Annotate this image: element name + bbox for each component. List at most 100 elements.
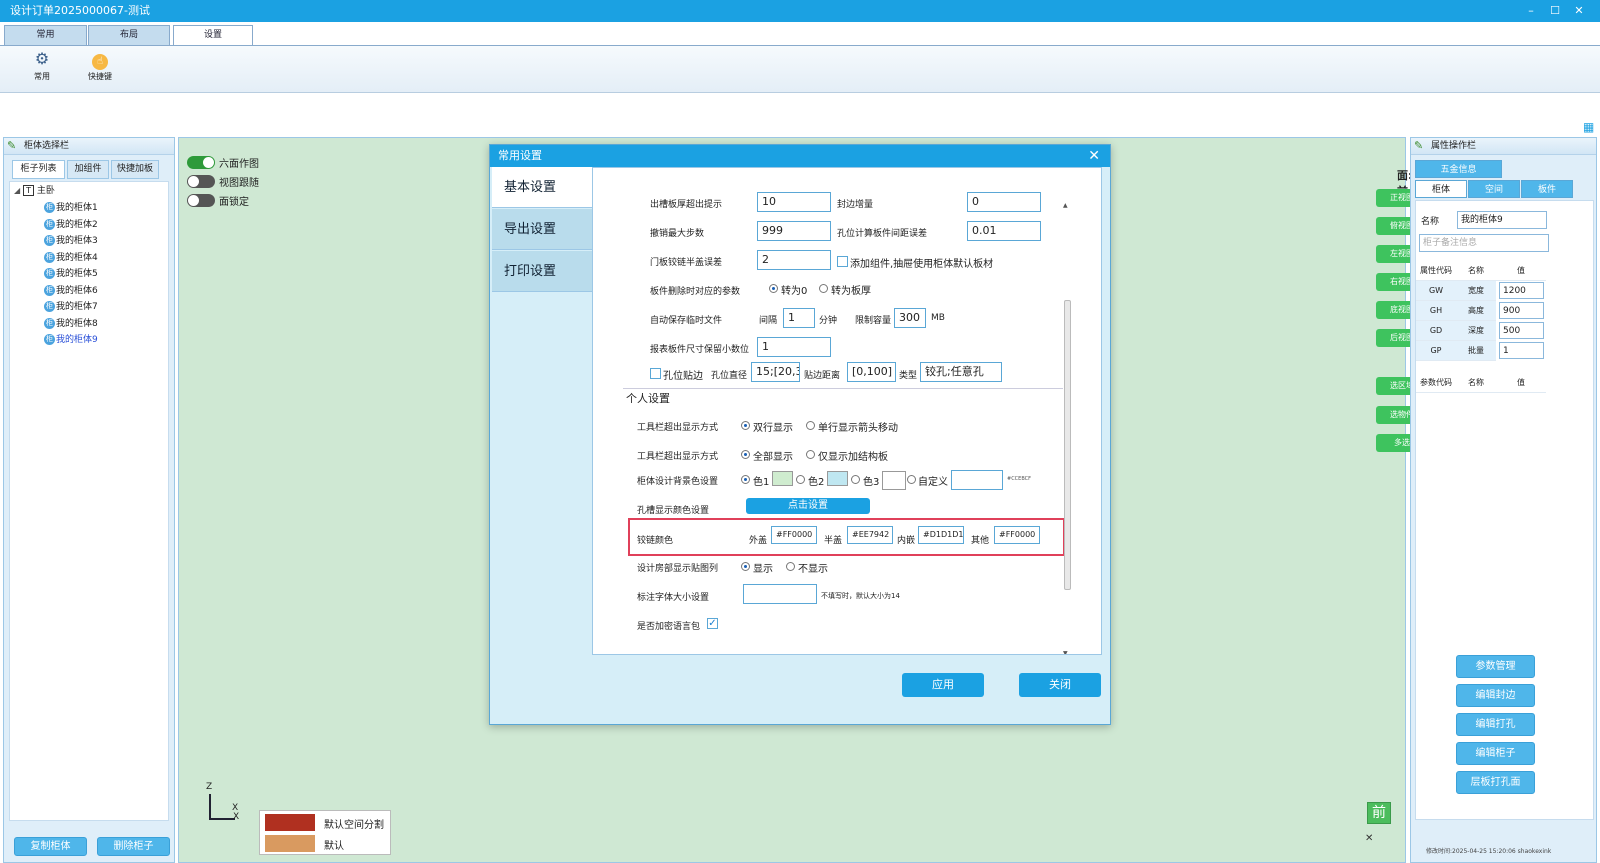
apply-button[interactable]: 应用 (902, 673, 984, 697)
close-icon[interactable]: ✕ (1365, 833, 1373, 844)
height-input[interactable]: 900 (1499, 302, 1544, 319)
hole-edge-checkbox[interactable] (650, 368, 661, 379)
interval-input[interactable]: 1 (783, 308, 815, 328)
encrypt-checkbox[interactable]: ✓ (707, 618, 718, 629)
batch-input[interactable]: 1 (1499, 342, 1544, 359)
delete-param-radio-zero[interactable] (769, 284, 778, 293)
toolbar-overflow-radio-single[interactable] (806, 421, 815, 430)
texture-radio-hide[interactable] (786, 562, 795, 571)
close-button[interactable]: 关闭 (1019, 673, 1101, 697)
tab-cabinet-list[interactable]: 柜子列表 (12, 160, 65, 179)
edit-drilling-button[interactable]: 编辑打孔 (1456, 713, 1535, 736)
tab-layout[interactable]: 布局 (88, 25, 170, 46)
tab-quick-add-board[interactable]: 快捷加板 (111, 160, 159, 179)
scroll-thumb[interactable] (1064, 300, 1071, 590)
content-scrollbar[interactable]: ▲ ▼ (1062, 202, 1072, 654)
bg-color-radio-custom[interactable] (907, 475, 916, 484)
dialog-close-icon[interactable]: ✕ (1088, 145, 1100, 167)
toolbar-overflow-radio-double[interactable] (741, 421, 750, 430)
decimals-input[interactable]: 1 (757, 337, 831, 357)
color1-swatch[interactable] (772, 471, 793, 486)
tree-item[interactable]: 柜我的柜体4 (44, 251, 98, 265)
edit-edging-button[interactable]: 编辑封边 (1456, 684, 1535, 707)
scroll-up-icon[interactable]: ▲ (1063, 202, 1068, 209)
ribbon-shortcut-button[interactable]: ☝ 快捷键 (80, 50, 120, 82)
tab-hardware-info[interactable]: 五金信息 (1415, 160, 1502, 178)
ribbon-toolbar: ⚙ 常用 ☝ 快捷键 (0, 45, 1600, 93)
delete-param-radio-thickness[interactable] (819, 284, 828, 293)
tab-settings[interactable]: 设置 (173, 25, 253, 47)
toolbar-display-radio-struct[interactable] (806, 450, 815, 459)
cabinet-name-input[interactable]: 我的柜体9 (1457, 211, 1547, 229)
hole-dia-input[interactable]: 15;[20,30 (751, 362, 800, 382)
depth-input[interactable]: 500 (1499, 322, 1544, 339)
ribbon-common-button[interactable]: ⚙ 常用 (22, 50, 62, 82)
decimals-label: 报表板件尺寸保留小数位 (650, 345, 750, 355)
bg-color-radio-1[interactable] (741, 475, 750, 484)
tab-cabinet[interactable]: 柜体 (1415, 180, 1467, 198)
interval-label: 间隔 (759, 316, 778, 326)
tab-board[interactable]: 板件 (1521, 180, 1573, 198)
nav-print-settings[interactable]: 打印设置 (492, 251, 592, 292)
ribbon-tabs: 常用 布局 设置 (0, 22, 1600, 47)
tree-item[interactable]: 柜我的柜体3 (44, 234, 98, 248)
copy-cabinet-button[interactable]: 复制柜体 (14, 837, 87, 856)
tree-root[interactable]: ◢ T 主卧 (14, 184, 55, 198)
front-face-badge[interactable]: 前 (1367, 802, 1391, 824)
nav-export-settings[interactable]: 导出设置 (492, 209, 592, 250)
edit-cabinet-button[interactable]: 编辑柜子 (1456, 742, 1535, 765)
edge-increase-input[interactable]: 0 (967, 192, 1041, 212)
bg-color-radio-2[interactable] (796, 475, 805, 484)
half-color-input[interactable]: #EE7942 (847, 526, 893, 544)
inner-color-input[interactable]: #D1D1D1 (918, 526, 964, 544)
cabinet-remark-input[interactable]: 柜子备注信息 (1419, 234, 1549, 252)
gear-icon: ⚙ (34, 49, 50, 68)
maximize-button[interactable]: ☐ (1547, 0, 1563, 22)
slot-thickness-input[interactable]: 10 (757, 192, 831, 212)
six-face-toggle[interactable] (187, 156, 215, 169)
nav-basic-settings[interactable]: 基本设置 (492, 167, 592, 208)
tab-common[interactable]: 常用 (4, 25, 87, 46)
toolbar-display-radio-all[interactable] (741, 450, 750, 459)
other-color-input[interactable]: #FF0000 (994, 526, 1040, 544)
tree-item[interactable]: 柜我的柜体2 (44, 218, 98, 232)
bg-color-radio-3[interactable] (851, 475, 860, 484)
tab-add-component[interactable]: 加组件 (67, 160, 109, 179)
view-follow-toggle[interactable] (187, 175, 215, 188)
hole-error-input[interactable]: 0.01 (967, 221, 1041, 241)
edge-dist-input[interactable]: [0,100] (847, 362, 896, 382)
texture-opt2-label: 不显示 (798, 564, 828, 575)
tree-item[interactable]: 柜我的柜体1 (44, 201, 98, 215)
scroll-down-icon[interactable]: ▼ (1063, 650, 1068, 654)
hole-color-set-button[interactable]: 点击设置 (746, 498, 870, 514)
texture-opt1-label: 显示 (753, 564, 773, 575)
outer-color-input[interactable]: #FF0000 (771, 526, 817, 544)
width-input[interactable]: 1200 (1499, 282, 1544, 299)
face-lock-toggle[interactable] (187, 194, 215, 207)
delete-cabinet-button[interactable]: 删除柜子 (97, 837, 170, 856)
add-component-checkbox[interactable] (837, 256, 848, 267)
limit-input[interactable]: 300 (894, 308, 926, 328)
color2-swatch[interactable] (827, 471, 848, 486)
type-input[interactable]: 铰孔;任意孔 (920, 362, 1002, 382)
tree-item[interactable]: 柜我的柜体7 (44, 300, 98, 314)
hinge-error-input[interactable]: 2 (757, 250, 831, 270)
color3-swatch[interactable] (882, 471, 906, 490)
undo-steps-input[interactable]: 999 (757, 221, 831, 241)
tab-space[interactable]: 空间 (1468, 180, 1520, 198)
param-manage-button[interactable]: 参数管理 (1456, 655, 1535, 678)
custom-color-input[interactable] (951, 470, 1003, 490)
dialog-title: 常用设置 (498, 149, 542, 162)
shelf-drilling-face-button[interactable]: 层板打孔面 (1456, 771, 1535, 794)
tree-item-selected[interactable]: 柜我的柜体9 (44, 333, 98, 347)
tree-item[interactable]: 柜我的柜体6 (44, 284, 98, 298)
font-size-input[interactable] (743, 584, 817, 604)
close-window-button[interactable]: ✕ (1571, 0, 1587, 22)
minimize-button[interactable]: – (1523, 0, 1539, 22)
grid-icon[interactable]: ▦ (1583, 121, 1594, 133)
tree-item[interactable]: 柜我的柜体5 (44, 267, 98, 281)
tree-item[interactable]: 柜我的柜体8 (44, 317, 98, 331)
texture-radio-show[interactable] (741, 562, 750, 571)
expand-arrow-icon[interactable]: ◢ (14, 186, 20, 195)
prop-name: 高度 (1456, 301, 1496, 321)
